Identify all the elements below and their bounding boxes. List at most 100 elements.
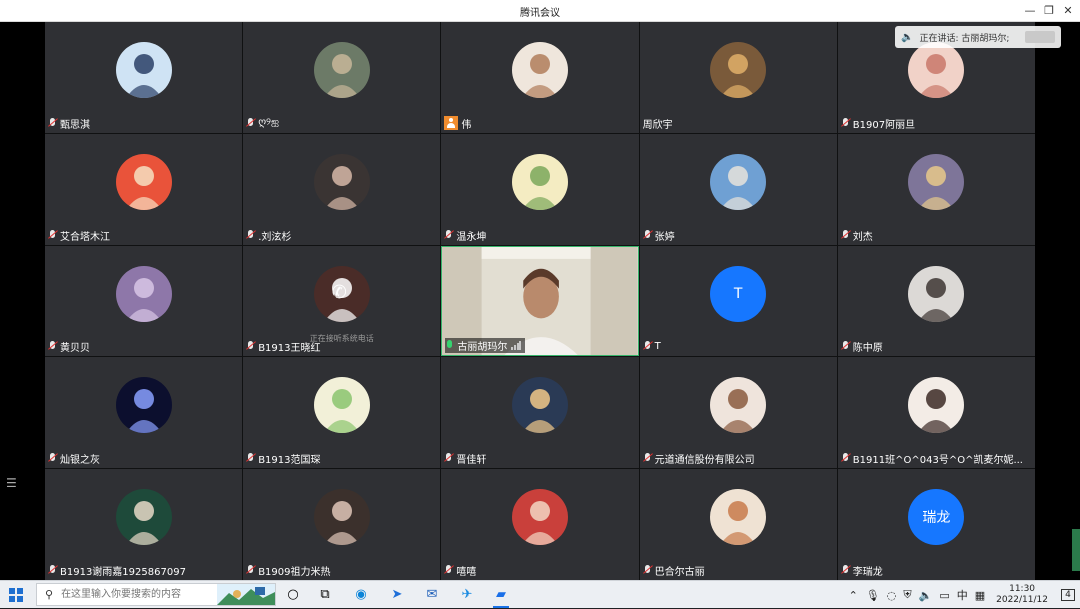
participant-tile[interactable]: 周欣宇 <box>639 22 837 133</box>
participant-name: 李瑞龙 <box>852 567 883 578</box>
participant-name: B1907阿丽旦 <box>852 119 916 131</box>
microphone-icon[interactable]: 🎙 <box>866 589 880 602</box>
avatar-photo <box>125 165 162 210</box>
windows-start-icon[interactable] <box>9 588 23 602</box>
microphone-muted-icon <box>246 229 255 241</box>
participant-name: 伟 <box>461 119 472 131</box>
edge-browser-icon[interactable]: ◉ <box>352 586 370 604</box>
participant-tile[interactable]: 嘻嘻 <box>441 469 639 580</box>
participant-name: 古丽胡玛尔 <box>457 342 508 354</box>
participant-tile[interactable]: .刘泫杉 <box>243 133 441 245</box>
taskbar-search-box[interactable]: ⚲ <box>36 583 276 606</box>
participant-tile[interactable]: B1913谢雨嘉1925867097 <box>45 469 243 580</box>
participant-tile[interactable]: TT <box>639 245 837 357</box>
avatar-photo <box>918 165 955 210</box>
participant-avatar: 瑞龙 <box>908 489 965 546</box>
microphone-muted-icon <box>246 453 255 464</box>
avatar-photo <box>323 165 360 210</box>
notification-center-icon[interactable]: 4 <box>1056 581 1080 609</box>
participant-tile[interactable]: 灿银之灰 <box>45 357 243 469</box>
task-view-icon[interactable]: ⧉ <box>316 586 334 604</box>
microphone-muted-icon <box>841 341 850 352</box>
avatar-photo <box>521 165 558 210</box>
participant-list-toggle-icon[interactable]: ☰ <box>6 477 17 489</box>
participant-nameplate: B1913王晓红 <box>246 339 321 355</box>
participant-tile[interactable]: 瑞龙李瑞龙 <box>837 469 1035 580</box>
avatar-photo <box>918 389 955 434</box>
participant-avatar <box>313 42 370 98</box>
taskbar-clock[interactable]: 11:30 2022/11/12 <box>996 584 1048 606</box>
restore-icon[interactable]: ❐ <box>1040 3 1058 19</box>
participant-tile[interactable]: 黄贝贝 <box>45 245 243 357</box>
participant-name: 晋佳轩 <box>456 455 487 467</box>
participant-tile[interactable]: 刘杰 <box>837 133 1035 245</box>
participant-tile[interactable]: 元道通信股份有限公司 <box>639 357 837 469</box>
participant-avatar <box>115 377 172 434</box>
participant-tile[interactable]: 古丽胡玛尔 <box>441 245 639 357</box>
taskbar-search-input[interactable] <box>59 588 214 601</box>
app-lark-icon[interactable]: ✈ <box>458 586 476 604</box>
participant-nameplate: B1909祖力米热 <box>246 563 331 578</box>
participant-tile[interactable]: 温永坤 <box>441 133 639 245</box>
search-highlight-art-icon <box>217 584 275 605</box>
microphone-muted-icon <box>444 565 453 576</box>
participant-tile[interactable]: 陈中原 <box>837 245 1035 357</box>
network-icon[interactable]: ◌ <box>887 589 897 602</box>
microphone-muted-icon <box>841 453 850 464</box>
speaker-icon: 🔈 <box>901 31 914 43</box>
participant-avatar <box>710 153 767 210</box>
participant-nameplate: T <box>643 339 661 354</box>
app-feishu-icon[interactable]: ➤ <box>388 586 406 604</box>
participant-nameplate: 甄思淇 <box>48 116 90 131</box>
participant-tile[interactable]: 甄思淇 <box>45 22 243 133</box>
participant-name: 刘杰 <box>852 231 873 243</box>
participant-tile[interactable]: B1909祖力米热 <box>243 469 441 580</box>
participant-name: 周欣宇 <box>642 119 673 131</box>
mail-icon[interactable]: ✉ <box>423 586 441 604</box>
minimize-icon[interactable]: — <box>1021 3 1039 19</box>
volume-icon[interactable]: 🔈 <box>919 589 933 602</box>
speaking-wave-icon <box>1025 31 1055 43</box>
avatar-photo <box>521 54 558 98</box>
participant-avatar <box>115 153 172 210</box>
participant-tile[interactable]: 伟 <box>441 22 639 133</box>
participant-tile[interactable]: B1911班^O^043号^O^凯麦尔妮... <box>837 357 1035 469</box>
participant-tile[interactable]: 晋佳轩 <box>441 357 639 469</box>
participant-tile[interactable]: 艾合塔木江 <box>45 133 243 245</box>
security-shield-icon[interactable]: ⛨ <box>903 588 911 602</box>
participant-name: B1911班^O^043号^O^凯麦尔妮... <box>852 455 1023 467</box>
participant-avatar <box>511 377 568 434</box>
participant-name: B1913王晓红 <box>258 343 321 355</box>
participant-tile[interactable]: ღ୨ஐ <box>243 22 441 133</box>
participant-nameplate: B1907阿丽旦 <box>841 116 915 131</box>
microphone-muted-icon <box>246 565 255 576</box>
show-hidden-icons-icon[interactable]: ⌃ <box>849 589 858 602</box>
participant-avatar <box>710 42 767 98</box>
participant-nameplate: 张婷 <box>643 228 675 243</box>
microphone-muted-icon <box>643 565 652 576</box>
avatar-photo <box>323 389 360 434</box>
side-panel-handle[interactable] <box>1072 529 1080 571</box>
avatar-photo <box>720 501 757 546</box>
microphone-muted-icon <box>643 229 652 241</box>
microphone-muted-icon <box>246 117 255 129</box>
participant-tile[interactable]: 张婷 <box>639 133 837 245</box>
cortana-icon[interactable]: ○ <box>284 586 302 604</box>
participant-avatar <box>115 265 172 322</box>
avatar-photo <box>720 389 757 434</box>
participant-tile[interactable]: B1913范国琛 <box>243 357 441 469</box>
close-icon[interactable]: ✕ <box>1059 3 1077 19</box>
tencent-meeting-taskbar-icon[interactable]: ▰ <box>492 586 510 608</box>
battery-icon[interactable]: ▭ <box>939 589 949 602</box>
ime-indicator[interactable]: 中 <box>957 587 968 603</box>
avatar-photo <box>323 54 360 98</box>
clock-time: 11:30 <box>1009 584 1036 594</box>
participant-nameplate: B1913范国琛 <box>246 451 321 466</box>
participant-name: .刘泫杉 <box>258 231 292 243</box>
participant-avatar <box>511 153 568 210</box>
avatar-photo <box>720 54 757 98</box>
ime-options-icon[interactable]: ▦ <box>975 589 985 602</box>
participant-tile[interactable]: ✆ 正在接听系统电话 B1913王晓红 <box>243 245 441 357</box>
participant-tile[interactable]: 巴合尔古丽 <box>639 469 837 580</box>
notification-count: 4 <box>1061 589 1075 601</box>
